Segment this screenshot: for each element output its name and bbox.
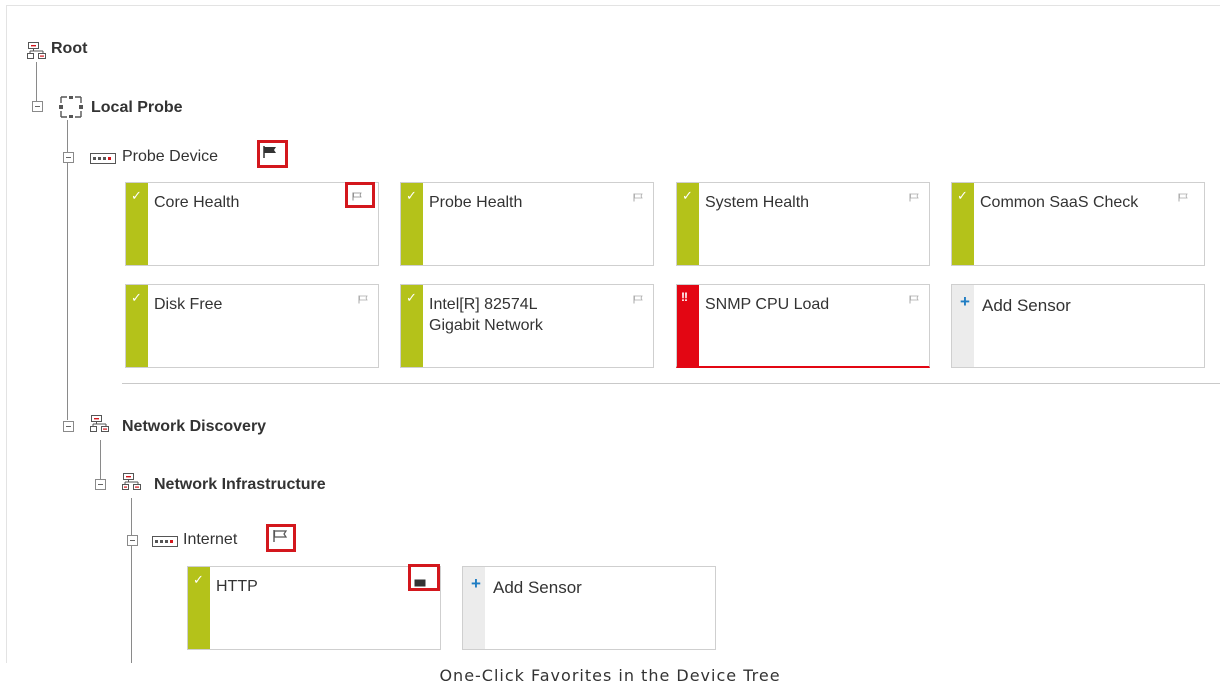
sensor-name: Common SaaS Check xyxy=(980,194,1139,211)
device-icon xyxy=(152,535,178,553)
sensor-tile-snmp-cpu-load[interactable]: !! SNMP CPU Load xyxy=(676,284,930,368)
sensor-tile-system-health[interactable]: ✓ System Health xyxy=(676,182,930,266)
check-icon: ✓ xyxy=(131,188,142,203)
add-sensor-button[interactable]: + Add Sensor xyxy=(951,284,1205,368)
group-icon xyxy=(90,414,110,439)
tree-node-root[interactable]: Root xyxy=(51,40,87,58)
sensor-name: SNMP CPU Load xyxy=(705,296,830,313)
sensor-name: HTTP xyxy=(216,578,258,595)
check-icon: ✓ xyxy=(131,290,142,305)
tree-node-probe-device[interactable]: Probe Device xyxy=(122,148,218,166)
tree-connector xyxy=(36,62,37,102)
tree-node-network-infrastructure[interactable]: Network Infrastructure xyxy=(154,476,326,494)
device-icon xyxy=(90,152,116,170)
tree-node-local-probe[interactable]: Local Probe xyxy=(91,99,183,117)
tree-connector xyxy=(131,498,132,663)
sensor-tile-core-health[interactable]: ✓ Core Health xyxy=(125,182,379,266)
plus-icon: + xyxy=(960,292,970,311)
collapse-toggle[interactable] xyxy=(63,421,74,432)
sensor-tile-probe-health[interactable]: ✓ Probe Health xyxy=(400,182,654,266)
sensor-tile-http[interactable]: ✓ HTTP xyxy=(187,566,441,650)
group-icon xyxy=(122,472,142,499)
sensor-name: Core Health xyxy=(154,194,240,211)
flag-outline-icon[interactable] xyxy=(358,291,368,309)
flag-outline-icon[interactable] xyxy=(909,189,919,207)
tree-connector xyxy=(100,440,101,480)
add-sensor-label: Add Sensor xyxy=(982,296,1071,315)
tree-node-internet[interactable]: Internet xyxy=(183,531,237,549)
check-icon: ✓ xyxy=(957,188,968,203)
sensor-tile-common-saas-check[interactable]: ✓ Common SaaS Check xyxy=(951,182,1205,266)
highlight-box xyxy=(266,524,296,552)
collapse-toggle[interactable] xyxy=(127,535,138,546)
tree-node-network-discovery[interactable]: Network Discovery xyxy=(122,418,266,436)
group-divider xyxy=(122,383,1220,384)
collapse-toggle[interactable] xyxy=(63,152,74,163)
sensor-name: System Health xyxy=(705,194,810,211)
collapse-toggle[interactable] xyxy=(32,101,43,112)
collapse-toggle[interactable] xyxy=(95,479,106,490)
sensor-name: Disk Free xyxy=(154,296,223,313)
plus-icon: + xyxy=(471,574,481,593)
highlight-box xyxy=(345,182,375,208)
sensor-tile-disk-free[interactable]: ✓ Disk Free xyxy=(125,284,379,368)
flag-outline-icon[interactable] xyxy=(1178,189,1188,207)
check-icon: ✓ xyxy=(406,188,417,203)
tree-connector xyxy=(67,120,68,420)
error-icon: !! xyxy=(681,290,688,304)
sensor-name: Intel[R] 82574L Gigabit Network xyxy=(429,296,543,334)
flag-outline-icon[interactable] xyxy=(633,291,643,309)
highlight-box xyxy=(257,140,288,168)
sensor-name: Probe Health xyxy=(429,194,523,211)
flag-outline-icon[interactable] xyxy=(633,189,643,207)
sensor-tile-intel-network[interactable]: ✓ Intel[R] 82574L Gigabit Network xyxy=(400,284,654,368)
probe-icon xyxy=(58,95,84,124)
add-sensor-label: Add Sensor xyxy=(493,578,582,597)
check-icon: ✓ xyxy=(682,188,693,203)
check-icon: ✓ xyxy=(193,572,204,587)
figure-caption: One-Click Favorites in the Device Tree xyxy=(439,666,781,685)
check-icon: ✓ xyxy=(406,290,417,305)
add-sensor-button[interactable]: + Add Sensor xyxy=(462,566,716,650)
flag-outline-icon[interactable] xyxy=(909,291,919,309)
highlight-box xyxy=(408,564,440,591)
group-icon xyxy=(27,41,47,66)
